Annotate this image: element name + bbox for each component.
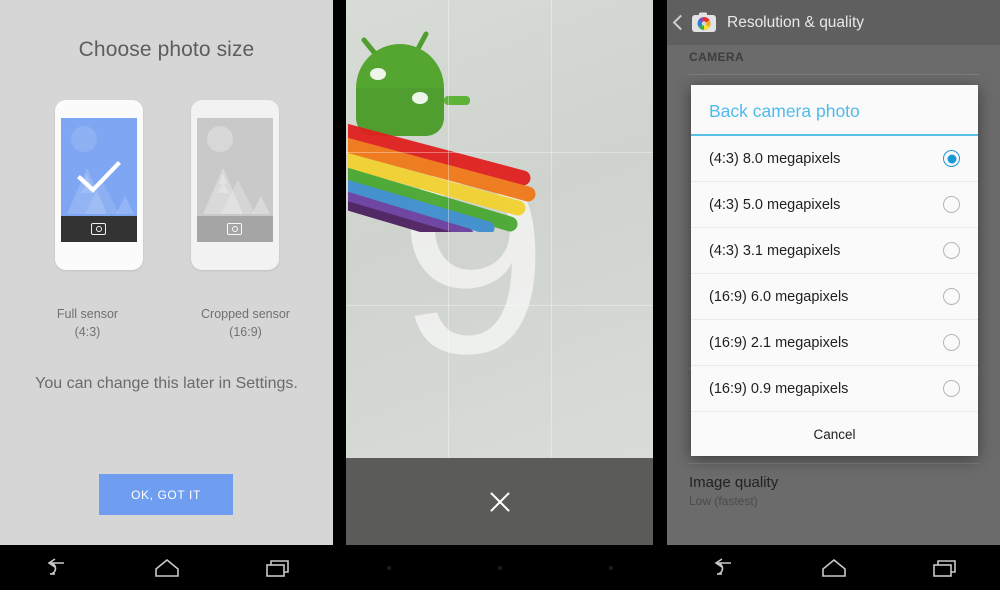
camera-app-icon — [692, 12, 716, 32]
back-chevron-icon[interactable] — [672, 14, 689, 31]
setting-value: Low (fastest) — [689, 494, 758, 508]
panel-resolution-quality-settings: Resolution & quality CAMERA Image qualit… — [667, 0, 1000, 590]
radio-button-icon[interactable] — [943, 334, 960, 351]
action-bar-title: Resolution & quality — [727, 13, 864, 31]
dialog-option-row[interactable]: (16:9) 2.1 megapixels — [691, 320, 978, 366]
dialog-option-row[interactable]: (4:3) 3.1 megapixels — [691, 228, 978, 274]
android-navigation-bar — [0, 545, 333, 590]
setting-title: Image quality — [689, 474, 779, 491]
option-label: (16:9) 6.0 megapixels — [709, 288, 849, 305]
mountain-illustration — [202, 168, 270, 214]
phone-screen-preview — [60, 118, 137, 242]
page-title: Choose photo size — [78, 38, 255, 61]
phone-shutter-bar — [60, 216, 137, 242]
option-label: (4:3) 3.1 megapixels — [709, 242, 841, 259]
caption-name: Full sensor — [56, 307, 119, 321]
dialog-option-row[interactable]: (16:9) 6.0 megapixels — [691, 274, 978, 320]
dialog-title: Back camera photo — [691, 85, 978, 136]
dialog-option-row[interactable]: (4:3) 8.0 megapixels — [691, 136, 978, 182]
recents-icon[interactable] — [261, 556, 295, 580]
divider — [689, 463, 979, 464]
option-label: (4:3) 8.0 megapixels — [709, 150, 841, 167]
option-label: (16:9) 0.9 megapixels — [709, 380, 849, 397]
photo-size-option-cropped-sensor[interactable] — [190, 100, 279, 270]
viewfinder-grid-line-v1 — [448, 0, 449, 458]
viewfinder-preview[interactable]: 9 — [346, 0, 653, 458]
photo-size-captions: Full sensor (4:3) Cropped sensor (16:9) — [0, 305, 333, 341]
screenshot-stage: Choose photo size Full sensor (4:3) Crop… — [0, 0, 1000, 590]
nav-dot-home[interactable] — [497, 565, 502, 570]
option-label: (4:3) 5.0 megapixels — [709, 196, 841, 213]
nav-dot-recents[interactable] — [609, 565, 614, 570]
home-icon[interactable] — [150, 556, 184, 580]
radio-button-icon[interactable] — [943, 150, 960, 167]
radio-button-icon[interactable] — [943, 196, 960, 213]
ok-got-it-button[interactable]: OK, GOT IT — [99, 474, 233, 515]
caption-ratio: (16:9) — [229, 325, 262, 339]
back-icon[interactable] — [706, 556, 740, 580]
divider — [689, 74, 979, 75]
caption-cropped-sensor: Cropped sensor (16:9) — [191, 305, 301, 341]
phone-screen-preview — [196, 118, 273, 242]
panel-choose-photo-size: Choose photo size Full sensor (4:3) Crop… — [0, 0, 333, 590]
viewfinder-grid-line-v2 — [551, 0, 552, 458]
back-camera-photo-dialog: Back camera photo (4:3) 8.0 megapixels (… — [691, 85, 978, 456]
camera-icon — [91, 223, 106, 235]
back-icon[interactable] — [39, 556, 73, 580]
viewfinder-grid-line-h1 — [346, 152, 653, 153]
viewfinder-grid-line-h2 — [346, 305, 653, 306]
option-label: (16:9) 2.1 megapixels — [709, 334, 849, 351]
helper-note: You can change this later in Settings. — [35, 375, 298, 392]
radio-button-icon[interactable] — [943, 242, 960, 259]
phone-shutter-bar — [196, 216, 273, 242]
close-icon[interactable] — [487, 489, 513, 515]
section-header-camera: CAMERA — [689, 50, 745, 64]
caption-ratio: (4:3) — [74, 325, 101, 339]
home-icon[interactable] — [817, 556, 851, 580]
selected-check-icon — [76, 160, 121, 193]
settings-row-image-quality[interactable]: Image quality Low (fastest) — [689, 474, 778, 508]
android-navigation-bar — [667, 545, 1000, 590]
photo-size-options — [0, 100, 333, 270]
recents-icon[interactable] — [928, 556, 962, 580]
panel-camera-viewfinder: 9 — [333, 0, 667, 590]
camera-icon — [227, 223, 242, 235]
cancel-button[interactable]: Cancel — [691, 412, 978, 456]
caption-name: Cropped sensor — [201, 307, 290, 321]
radio-button-icon[interactable] — [943, 288, 960, 305]
action-bar: Resolution & quality — [667, 0, 1000, 45]
photo-size-option-full-sensor[interactable] — [54, 100, 143, 270]
caption-full-sensor: Full sensor (4:3) — [33, 305, 143, 341]
android-navigation-bar-dots — [333, 545, 667, 590]
radio-button-icon[interactable] — [943, 380, 960, 397]
dialog-option-row[interactable]: (16:9) 0.9 megapixels — [691, 366, 978, 412]
dialog-option-row[interactable]: (4:3) 5.0 megapixels — [691, 182, 978, 228]
viewfinder-control-bar — [346, 458, 653, 545]
nav-dot-back[interactable] — [386, 565, 391, 570]
